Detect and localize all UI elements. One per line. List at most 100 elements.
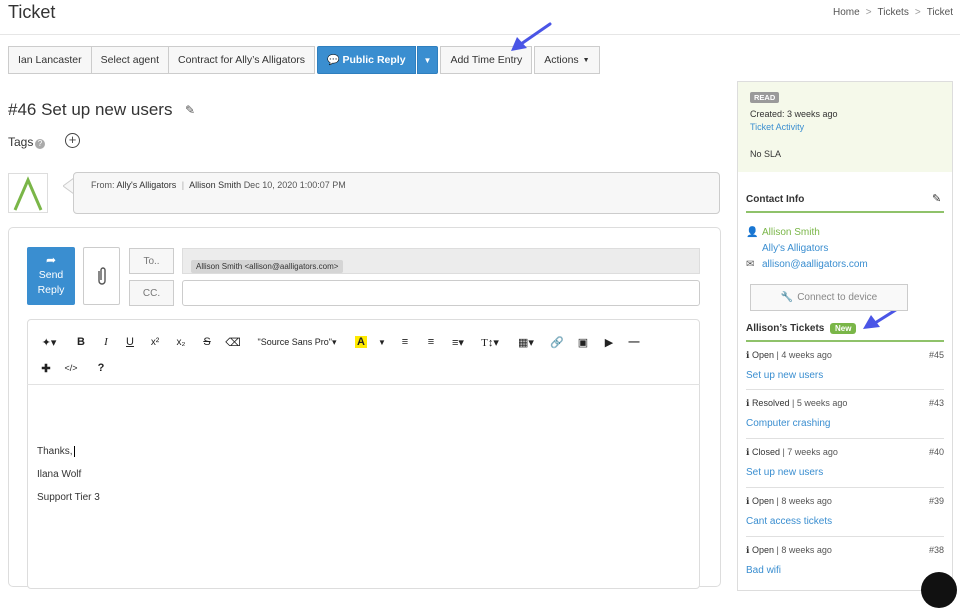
ticket-list-item[interactable]: ℹ Open | 8 weeks ago #38 Bad wifi bbox=[746, 545, 944, 576]
header-divider bbox=[0, 34, 960, 35]
superscript-icon[interactable]: x² bbox=[142, 334, 168, 350]
body-line: Ilana Wolf bbox=[37, 469, 82, 480]
ticket-age: 8 weeks ago bbox=[781, 496, 832, 506]
magic-wand-icon[interactable]: ✦▾ bbox=[36, 334, 62, 350]
breadcrumb: Home > Tickets > Ticket bbox=[833, 7, 953, 18]
ticket-number: #45 bbox=[928, 350, 944, 360]
recipient-chip[interactable]: Allison Smith <allison@aalligators.com> bbox=[191, 260, 344, 273]
ticket-status: Resolved bbox=[751, 398, 790, 408]
editor-toolbar-row2: ✚ </> ? bbox=[36, 360, 116, 376]
table-icon[interactable]: ▦▾ bbox=[508, 334, 544, 350]
chat-launcher-button[interactable] bbox=[921, 572, 957, 608]
public-reply-dropdown[interactable]: ▼ bbox=[416, 46, 439, 74]
ticket-link[interactable]: Computer crashing bbox=[746, 418, 944, 429]
breadcrumb-ticket: Ticket bbox=[926, 7, 953, 18]
paperclip-icon bbox=[97, 267, 106, 285]
breadcrumb-home[interactable]: Home bbox=[833, 7, 860, 18]
contact-button[interactable]: Ian Lancaster bbox=[8, 46, 92, 74]
connect-device-button[interactable]: 🔧 Connect to device bbox=[750, 284, 908, 311]
page-title: Ticket bbox=[8, 2, 56, 22]
help-icon[interactable]: ? bbox=[35, 139, 45, 149]
public-reply-button[interactable]: 💬 Public Reply bbox=[317, 46, 416, 74]
contact-name-link[interactable]: Allison Smith bbox=[762, 227, 820, 238]
cc-button[interactable]: CC. bbox=[129, 280, 174, 306]
ticket-list-item[interactable]: ℹ Open | 8 weeks ago #39 Cant access tic… bbox=[746, 496, 944, 527]
ticket-list-item[interactable]: ℹ Resolved | 5 weeks ago #43 Computer cr… bbox=[746, 398, 944, 429]
created-text: Created: 3 weeks ago bbox=[750, 109, 838, 119]
video-icon[interactable]: ▶ bbox=[596, 334, 622, 350]
message-date: Dec 10, 2020 1:00:07 PM bbox=[243, 180, 346, 190]
editor-body[interactable]: Thanks, Ilana Wolf Support Tier 3 bbox=[37, 440, 100, 509]
new-ticket-badge[interactable]: New bbox=[830, 323, 857, 334]
ticket-link[interactable]: Bad wifi bbox=[746, 565, 944, 576]
ticket-divider bbox=[746, 389, 944, 390]
ticket-activity-link[interactable]: Ticket Activity bbox=[750, 122, 804, 132]
separator: | bbox=[181, 180, 185, 190]
font-family-select[interactable]: "Source Sans Pro" ▾ bbox=[250, 334, 344, 350]
ticket-link[interactable]: Set up new users bbox=[746, 370, 944, 381]
ticket-number: #40 bbox=[928, 447, 944, 457]
link-icon[interactable]: 🔗 bbox=[544, 334, 570, 350]
message-header: From: Ally's Alligators | Allison Smith … bbox=[73, 172, 720, 214]
ticket-status: Open bbox=[751, 350, 774, 360]
contact-info-title: Contact Info bbox=[746, 194, 805, 205]
send-label: Send bbox=[38, 269, 64, 281]
numbered-list-icon[interactable]: ≡ bbox=[418, 334, 444, 350]
breadcrumb-separator: > bbox=[914, 7, 921, 18]
select-agent-button[interactable]: Select agent bbox=[90, 46, 170, 74]
align-icon[interactable]: ≡▾ bbox=[444, 334, 472, 350]
ticket-age: 7 weeks ago bbox=[787, 447, 838, 457]
send-reply-button[interactable]: ➦ Send Reply bbox=[27, 247, 75, 305]
subscript-icon[interactable]: x₂ bbox=[168, 334, 194, 350]
image-icon[interactable]: ▣ bbox=[570, 334, 596, 350]
to-button[interactable]: To.. bbox=[129, 248, 174, 274]
caret-down-icon: ▼ bbox=[582, 56, 590, 64]
contact-tickets-title: Allison’s Tickets bbox=[746, 323, 825, 334]
info-icon: ℹ bbox=[746, 496, 750, 506]
underline-icon[interactable]: U bbox=[118, 334, 142, 350]
status-badge: READ bbox=[750, 92, 780, 103]
bold-icon[interactable]: B bbox=[68, 334, 94, 350]
ticket-divider bbox=[746, 487, 944, 488]
edit-contact-icon[interactable]: ✎ bbox=[932, 192, 941, 205]
contract-button[interactable]: Contract for Ally’s Alligators bbox=[168, 46, 316, 74]
strikethrough-icon[interactable]: S bbox=[194, 334, 220, 350]
breadcrumb-tickets[interactable]: Tickets bbox=[878, 7, 909, 18]
ticket-list-item[interactable]: ℹ Closed | 7 weeks ago #40 Set up new us… bbox=[746, 447, 944, 478]
italic-icon[interactable]: I bbox=[94, 334, 118, 350]
annotation-arrow bbox=[511, 22, 552, 51]
ticket-link[interactable]: Set up new users bbox=[746, 467, 944, 478]
connect-label: Connect to device bbox=[797, 292, 878, 303]
cc-field[interactable] bbox=[182, 280, 700, 306]
text-height-icon[interactable]: T↕▾ bbox=[472, 334, 508, 350]
from-sender: Allison Smith bbox=[189, 180, 242, 190]
bullet-list-icon[interactable]: ≡ bbox=[392, 334, 418, 350]
horizontal-rule-icon[interactable]: — bbox=[622, 334, 646, 350]
fullscreen-icon[interactable]: ✚ bbox=[36, 360, 56, 376]
contact-company-link[interactable]: Ally's Alligators bbox=[762, 243, 828, 254]
add-tag-icon[interactable]: + bbox=[65, 133, 80, 148]
eraser-icon[interactable]: ⌫ bbox=[220, 334, 246, 350]
ticket-status: Closed bbox=[751, 447, 780, 457]
text-color-dropdown[interactable]: ▼ bbox=[372, 334, 392, 350]
pencil-icon[interactable]: ✎ bbox=[185, 103, 195, 117]
reply-label: Reply bbox=[37, 284, 65, 296]
text-color-icon[interactable]: A bbox=[350, 334, 372, 350]
tags-label: Tags bbox=[8, 135, 34, 149]
wrench-icon: 🔧 bbox=[780, 292, 794, 303]
from-company: Ally's Alligators bbox=[116, 180, 177, 190]
attach-button[interactable] bbox=[83, 247, 120, 305]
to-field[interactable]: Allison Smith <allison@aalligators.com> bbox=[182, 248, 700, 274]
contact-email-link[interactable]: allison@aalligators.com bbox=[762, 259, 868, 270]
body-line: Support Tier 3 bbox=[37, 492, 100, 503]
code-view-icon[interactable]: </> bbox=[56, 360, 86, 376]
ticket-divider bbox=[746, 536, 944, 537]
help-icon[interactable]: ? bbox=[86, 360, 116, 376]
public-reply-label: Public Reply bbox=[342, 54, 406, 66]
text-caret bbox=[73, 445, 75, 457]
ticket-list-item[interactable]: ℹ Open | 4 weeks ago #45 Set up new user… bbox=[746, 350, 944, 381]
editor-toolbar: ✦▾ B I U x² x₂ S ⌫ "Source Sans Pro" ▾ A … bbox=[36, 334, 646, 350]
person-icon: 👤 bbox=[746, 227, 759, 238]
ticket-age: 4 weeks ago bbox=[781, 350, 832, 360]
ticket-link[interactable]: Cant access tickets bbox=[746, 516, 944, 527]
